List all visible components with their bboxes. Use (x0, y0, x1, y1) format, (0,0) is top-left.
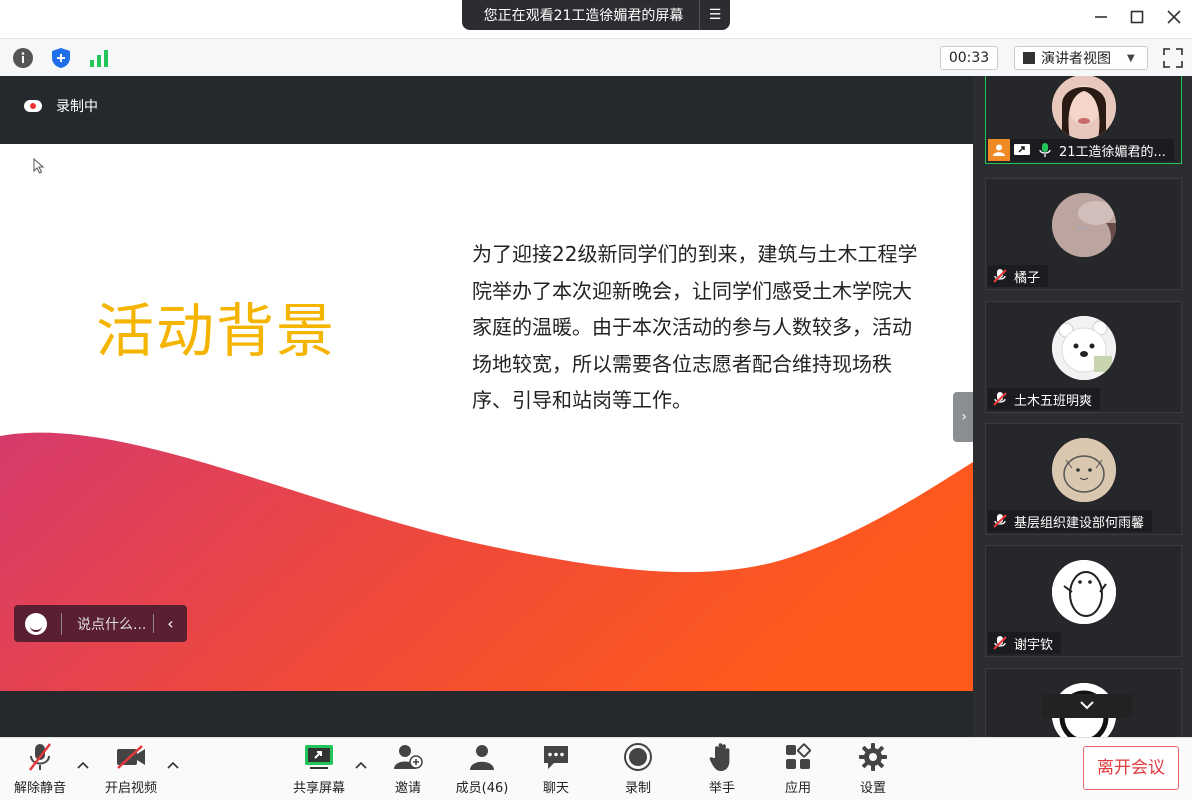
settings-button[interactable]: 设置 (849, 740, 897, 796)
participant-name-tag: 基层组织建设部何雨馨 (988, 510, 1153, 532)
participant-name-tag: 21工造徐媚君的... (988, 139, 1174, 161)
share-options-caret-icon[interactable] (355, 758, 367, 772)
viewing-banner-text: 您正在观看21工造徐媚君的屏幕 (483, 8, 684, 24)
participant-tile[interactable]: 基层组织建设部何雨馨 (985, 423, 1182, 535)
participant-name: 橘子 (1014, 270, 1041, 286)
chevron-down-icon (1080, 701, 1094, 710)
start-video-label: 开启视频 (104, 781, 157, 796)
leave-meeting-button[interactable]: 离开会议 (1083, 746, 1179, 790)
participant-name: 21工造徐媚君的... (1059, 144, 1166, 160)
add-user-icon (384, 740, 432, 774)
meeting-timer: 00:33 (940, 46, 998, 70)
unmute-button[interactable]: 解除静音 (8, 740, 72, 796)
participant-name-tag: 橘子 (988, 265, 1049, 287)
invite-label: 邀请 (394, 781, 421, 796)
host-icon (988, 139, 1010, 161)
participant-tile[interactable]: 21工造徐媚君的... (985, 76, 1182, 164)
participant-avatar (1052, 316, 1116, 380)
chat-button[interactable]: 聊天 (532, 740, 580, 796)
record-icon (614, 740, 662, 774)
apps-icon (774, 740, 822, 774)
mic-muted-icon (992, 268, 1008, 284)
unmute-label: 解除静音 (13, 781, 66, 796)
collapse-gallery-button[interactable]: › (953, 392, 975, 442)
svg-text:- -: - - (1078, 224, 1086, 233)
view-mode-label: 演讲者视图 (1041, 51, 1111, 67)
mic-muted-icon (992, 635, 1008, 651)
members-icon (452, 740, 512, 774)
mic-muted-icon (992, 391, 1008, 407)
collapse-chat-icon[interactable]: ‹ (153, 614, 187, 633)
participant-name-tag: 土木五班明爽 (988, 388, 1101, 410)
sharing-screen-icon (1013, 142, 1033, 158)
meeting-info-bar: 00:33 演讲者视图 ▼ (0, 38, 1192, 76)
apps-button[interactable]: 应用 (774, 740, 822, 796)
participant-tile[interactable]: - - 橘子 (985, 178, 1182, 290)
minimize-icon[interactable] (1088, 6, 1114, 32)
mic-muted-icon (992, 513, 1008, 529)
recording-label: 录制中 (56, 99, 98, 115)
participant-name: 基层组织建设部何雨馨 (1014, 515, 1145, 531)
mic-on-icon (1037, 142, 1053, 158)
slide-title: 活动背景 (96, 297, 337, 365)
audio-options-caret-icon[interactable] (77, 758, 89, 772)
members-label: 成员(46) (455, 781, 509, 796)
share-screen-button[interactable]: 共享屏幕 (288, 740, 350, 796)
participant-tile[interactable]: 土木五班明爽 (985, 301, 1182, 413)
mouse-cursor-icon (33, 158, 45, 174)
start-video-button[interactable]: 开启视频 (100, 740, 162, 796)
quick-chat-input[interactable]: 说点什么... ‹ (14, 605, 187, 642)
chat-label: 聊天 (542, 781, 569, 796)
signal-icon[interactable] (88, 47, 110, 69)
chat-icon (532, 740, 580, 774)
maximize-icon[interactable] (1124, 6, 1150, 32)
close-icon[interactable] (1161, 6, 1187, 32)
emoji-icon[interactable] (25, 612, 47, 635)
scroll-down-button[interactable] (1042, 694, 1132, 718)
participant-avatar (1052, 76, 1116, 139)
participant-name: 土木五班明爽 (1014, 393, 1093, 409)
settings-label: 设置 (859, 781, 886, 796)
meeting-toolbar: 解除静音 开启视频 共享屏幕 邀请 成员(46) 聊天 录制 举手 应用 设置 … (0, 737, 1192, 800)
participant-gallery: 21工造徐媚君的... - - 橘子 土木五班明爽 基层组织建设部何雨馨 谢宇钦 (973, 76, 1192, 737)
members-button[interactable]: 成员(46) (452, 740, 512, 796)
raise-hand-button[interactable]: 举手 (698, 740, 746, 796)
participant-avatar (1052, 560, 1116, 624)
raise-hand-label: 举手 (708, 781, 735, 796)
recording-indicator: 录制中 (24, 96, 98, 116)
mic-muted-icon (8, 740, 72, 774)
apps-label: 应用 (784, 781, 811, 796)
invite-button[interactable]: 邀请 (384, 740, 432, 796)
video-options-caret-icon[interactable] (167, 758, 179, 772)
title-bar: 您正在观看21工造徐媚君的屏幕 ☰ (0, 0, 1192, 38)
slide-body-text: 为了迎接22级新同学们的到来，建筑与土木工程学院举办了本次迎新晚会，让同学们感受… (472, 242, 918, 412)
participant-tile[interactable]: 谢宇钦 (985, 545, 1182, 657)
shield-icon[interactable] (50, 47, 72, 69)
cloud-record-icon (24, 100, 42, 112)
speaker-view-icon (1023, 52, 1035, 64)
record-label: 录制 (624, 781, 651, 796)
participant-avatar: - - (1052, 193, 1116, 257)
fullscreen-icon[interactable] (1162, 47, 1184, 69)
view-mode-select[interactable]: 演讲者视图 ▼ (1014, 46, 1148, 70)
participant-name-tag: 谢宇钦 (988, 632, 1062, 654)
gear-icon (849, 740, 897, 774)
chevron-down-icon: ▼ (1127, 52, 1135, 64)
viewing-banner[interactable]: 您正在观看21工造徐媚君的屏幕 ☰ (462, 0, 730, 30)
hand-icon (698, 740, 746, 774)
shared-screen: 录制中 活动背景 为了迎接22级新同学们的到来，建筑与土木工程学院举办了本次迎新… (0, 76, 973, 737)
participant-name: 谢宇钦 (1014, 637, 1054, 653)
share-screen-label: 共享屏幕 (292, 781, 345, 796)
menu-icon[interactable]: ☰ (700, 7, 730, 23)
record-button[interactable]: 录制 (614, 740, 662, 796)
participant-avatar (1052, 438, 1116, 502)
video-off-icon (100, 740, 162, 774)
share-screen-icon (288, 740, 350, 774)
info-icon[interactable] (12, 47, 34, 69)
chat-placeholder[interactable]: 说点什么... (62, 614, 153, 634)
